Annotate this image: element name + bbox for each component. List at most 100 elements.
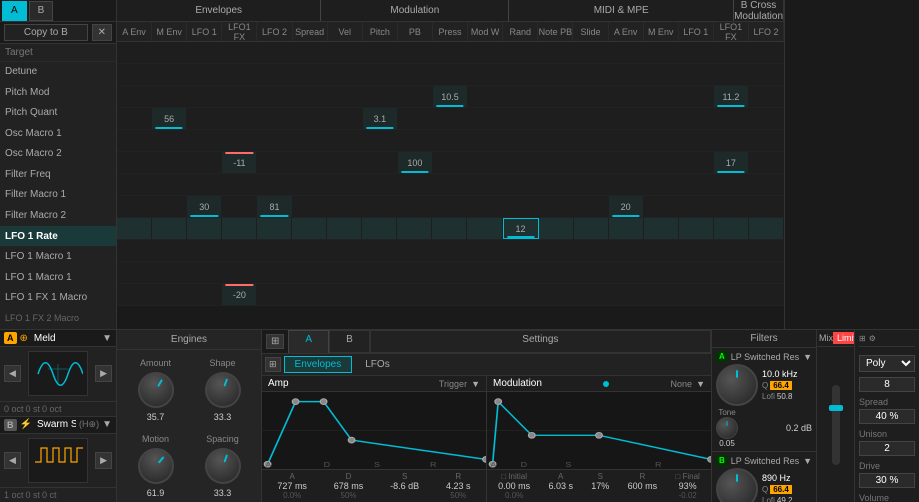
cell-lm1b-vel[interactable] (328, 262, 363, 283)
cell-om1-vel[interactable] (328, 108, 363, 129)
cell-lf1m-baenv[interactable] (609, 284, 644, 305)
cell-pm-blfo2[interactable] (749, 64, 784, 85)
cell-om1-aenv[interactable] (117, 108, 152, 129)
cell-pq-aenv[interactable] (117, 86, 152, 107)
spacing-knob[interactable] (199, 443, 245, 489)
cell-fm1-notepb[interactable] (538, 174, 573, 195)
cell-lm1a-lfo1fx[interactable] (222, 240, 257, 261)
cell-om2-lfo1fx[interactable] (222, 130, 257, 151)
cell-pm-lfo2[interactable] (257, 64, 292, 85)
target-filtermacro2[interactable]: Filter Macro 2 (0, 206, 116, 227)
cell-lf1m-pitch[interactable] (363, 284, 398, 305)
cell-fm2-pb[interactable] (398, 196, 433, 217)
cell-detune-baenv[interactable] (609, 42, 644, 63)
cell-lf1m-pb[interactable] (398, 284, 433, 305)
cell-om2-blfo1[interactable] (679, 130, 714, 151)
cell-pq-lfo1fx[interactable] (222, 86, 257, 107)
cell-fm1-pitch[interactable] (363, 174, 398, 195)
cell-fm1-rand[interactable] (503, 174, 538, 195)
cell-detune-pitch[interactable] (363, 42, 398, 63)
cell-fm1-lfo1fx[interactable] (222, 174, 257, 195)
cell-pm-baenv[interactable] (609, 64, 644, 85)
cell-lr-bmenv[interactable] (644, 218, 679, 239)
cell-pq-press[interactable]: 10.5 (433, 86, 468, 107)
cell-lm1b-blfo1[interactable] (679, 262, 714, 283)
cell-ff-lfo1[interactable] (187, 152, 222, 173)
cell-om1-spread[interactable] (293, 108, 328, 129)
cell-lf1m-spread[interactable] (293, 284, 328, 305)
envelopes-tab[interactable]: Envelopes (284, 356, 353, 373)
cell-lr-press[interactable] (432, 218, 467, 239)
cell-fm1-lfo1[interactable] (187, 174, 222, 195)
cell-lm1a-rand[interactable] (503, 240, 538, 261)
cell-lm1b-lfo1fx[interactable] (222, 262, 257, 283)
cell-lm1a-blfo1fx[interactable] (714, 240, 749, 261)
cell-pm-pb[interactable] (398, 64, 433, 85)
cell-detune-spread[interactable] (293, 42, 328, 63)
cell-pq-vel[interactable] (328, 86, 363, 107)
cell-lm1b-blfo1fx[interactable] (714, 262, 749, 283)
cell-lf1m-lfo1fx[interactable]: -20 (222, 284, 257, 305)
cell-om2-notepb[interactable] (538, 130, 573, 151)
target-oscmacro2[interactable]: Osc Macro 2 (0, 144, 116, 165)
cell-fm2-blfo1[interactable] (679, 196, 714, 217)
cell-om2-lfo2[interactable] (257, 130, 292, 151)
cell-ff-baenv[interactable] (609, 152, 644, 173)
cell-fm1-menv[interactable] (152, 174, 187, 195)
cell-pq-blfo2[interactable] (749, 86, 784, 107)
cell-pq-rand[interactable] (503, 86, 538, 107)
cell-pq-slide[interactable] (573, 86, 608, 107)
target-filtermacro1[interactable]: Filter Macro 1 (0, 185, 116, 206)
mix-slider[interactable] (832, 385, 840, 465)
cell-lr-slide[interactable] (574, 218, 609, 239)
cell-ff-blfo1[interactable] (679, 152, 714, 173)
cell-detune-vel[interactable] (328, 42, 363, 63)
cell-om1-slide[interactable] (573, 108, 608, 129)
env-settings-icon[interactable]: ⊞ (266, 334, 284, 349)
cell-fm1-slide[interactable] (573, 174, 608, 195)
cell-lf1m-blfo2[interactable] (749, 284, 784, 305)
cell-lm1b-modw[interactable] (468, 262, 503, 283)
cell-lm1a-notepb[interactable] (538, 240, 573, 261)
cell-detune-aenv[interactable] (117, 42, 152, 63)
cell-lr-spread[interactable] (292, 218, 327, 239)
cell-detune-blfo2[interactable] (749, 42, 784, 63)
cell-fm2-pitch[interactable] (363, 196, 398, 217)
cell-detune-lfo1fx[interactable] (222, 42, 257, 63)
cell-lr-lfo2[interactable] (257, 218, 292, 239)
cell-om2-menv[interactable] (152, 130, 187, 151)
cell-om1-baenv[interactable] (609, 108, 644, 129)
inst-b-prev-button[interactable]: ◀ (4, 452, 21, 469)
cell-om2-modw[interactable] (468, 130, 503, 151)
cell-lm1b-blfo2[interactable] (749, 262, 784, 283)
cell-om1-notepb[interactable] (538, 108, 573, 129)
target-pitchmod[interactable]: Pitch Mod (0, 83, 116, 104)
cell-om2-vel[interactable] (328, 130, 363, 151)
cell-detune-pb[interactable] (398, 42, 433, 63)
cell-pq-spread[interactable] (293, 86, 328, 107)
cell-lr-blfo2[interactable] (749, 218, 784, 239)
cell-fm1-aenv[interactable] (117, 174, 152, 195)
cell-ff-bmenv[interactable] (644, 152, 679, 173)
cell-lr-baenv[interactable] (609, 218, 644, 239)
cell-fm1-blfo2[interactable] (749, 174, 784, 195)
motion-knob[interactable] (130, 441, 181, 492)
cell-lf1m-menv[interactable] (152, 284, 187, 305)
inst-a-dropdown[interactable]: ▼ (102, 333, 112, 344)
cell-lf1m-modw[interactable] (468, 284, 503, 305)
cell-detune-blfo1[interactable] (679, 42, 714, 63)
cell-ff-aenv[interactable] (117, 152, 152, 173)
cell-lf1m-aenv[interactable] (117, 284, 152, 305)
inst-a-wave-display[interactable] (28, 351, 88, 396)
filter-b-knob[interactable] (716, 468, 758, 502)
cell-lm1a-lfo2[interactable] (257, 240, 292, 261)
cell-lm1a-pb[interactable] (398, 240, 433, 261)
cell-pm-aenv[interactable] (117, 64, 152, 85)
cell-om2-pb[interactable] (398, 130, 433, 151)
inst-b-dropdown[interactable]: ▼ (102, 419, 112, 430)
inst-a-prev-button[interactable]: ◀ (4, 365, 21, 382)
target-detune[interactable]: Detune (0, 62, 116, 83)
cell-om1-pitch[interactable]: 3.1 (363, 108, 398, 129)
cell-lm1b-press[interactable] (433, 262, 468, 283)
target-pitchquant[interactable]: Pitch Quant (0, 103, 116, 124)
